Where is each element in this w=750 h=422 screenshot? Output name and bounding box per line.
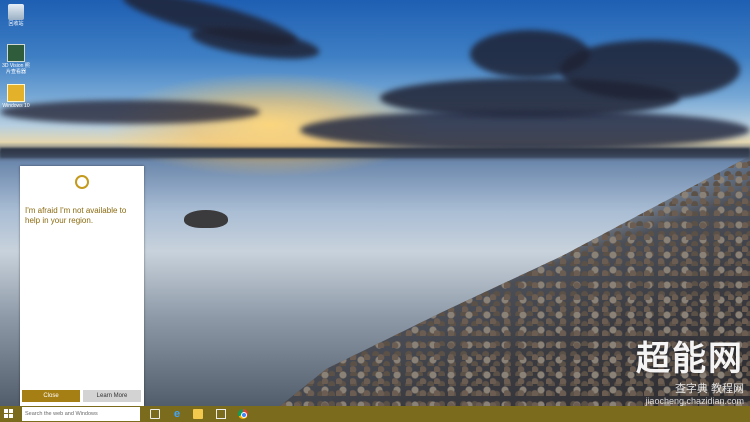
search-input[interactable] [22,407,140,421]
start-button[interactable] [4,409,14,419]
desktop-icon-app[interactable]: Windows 10 [2,84,30,109]
desktop-icon-recycle-bin[interactable]: 回收站 [2,4,30,27]
task-view-icon[interactable] [150,409,160,419]
desktop-icon-label: 回收站 [8,21,24,27]
learn-more-button[interactable]: Learn More [83,390,141,402]
close-button[interactable]: Close [22,390,80,402]
desktop-icon-3d-vision[interactable]: 3D Vision 照片查看器 [2,44,30,75]
desktop-icon-label: Windows 10 [2,103,30,109]
app-shortcut-icon [7,84,25,102]
watermark-url: jiaocheng.chazidian.com [645,396,744,406]
store-icon[interactable] [216,409,226,419]
watermark-sub: 查字典 教程网 [674,383,744,395]
3d-vision-photo-viewer-icon [7,44,25,62]
rock [184,210,228,228]
cortana-message: I'm afraid I'm not available to help in … [25,206,127,225]
taskbar: e [0,406,750,422]
watermark: 超能网 查字典 教程网 jiaocheng.chazidian.com [636,331,744,406]
chrome-icon[interactable] [238,409,248,419]
watermark-logo: 超能网 [636,339,744,379]
file-explorer-icon[interactable] [193,409,203,419]
cortana-ring-icon [75,175,89,189]
recycle-bin-icon [8,4,24,20]
cortana-panel: I'm afraid I'm not available to help in … [20,166,144,406]
desktop-icon-label: 3D Vision 照片查看器 [2,63,30,75]
edge-icon[interactable]: e [172,409,182,420]
